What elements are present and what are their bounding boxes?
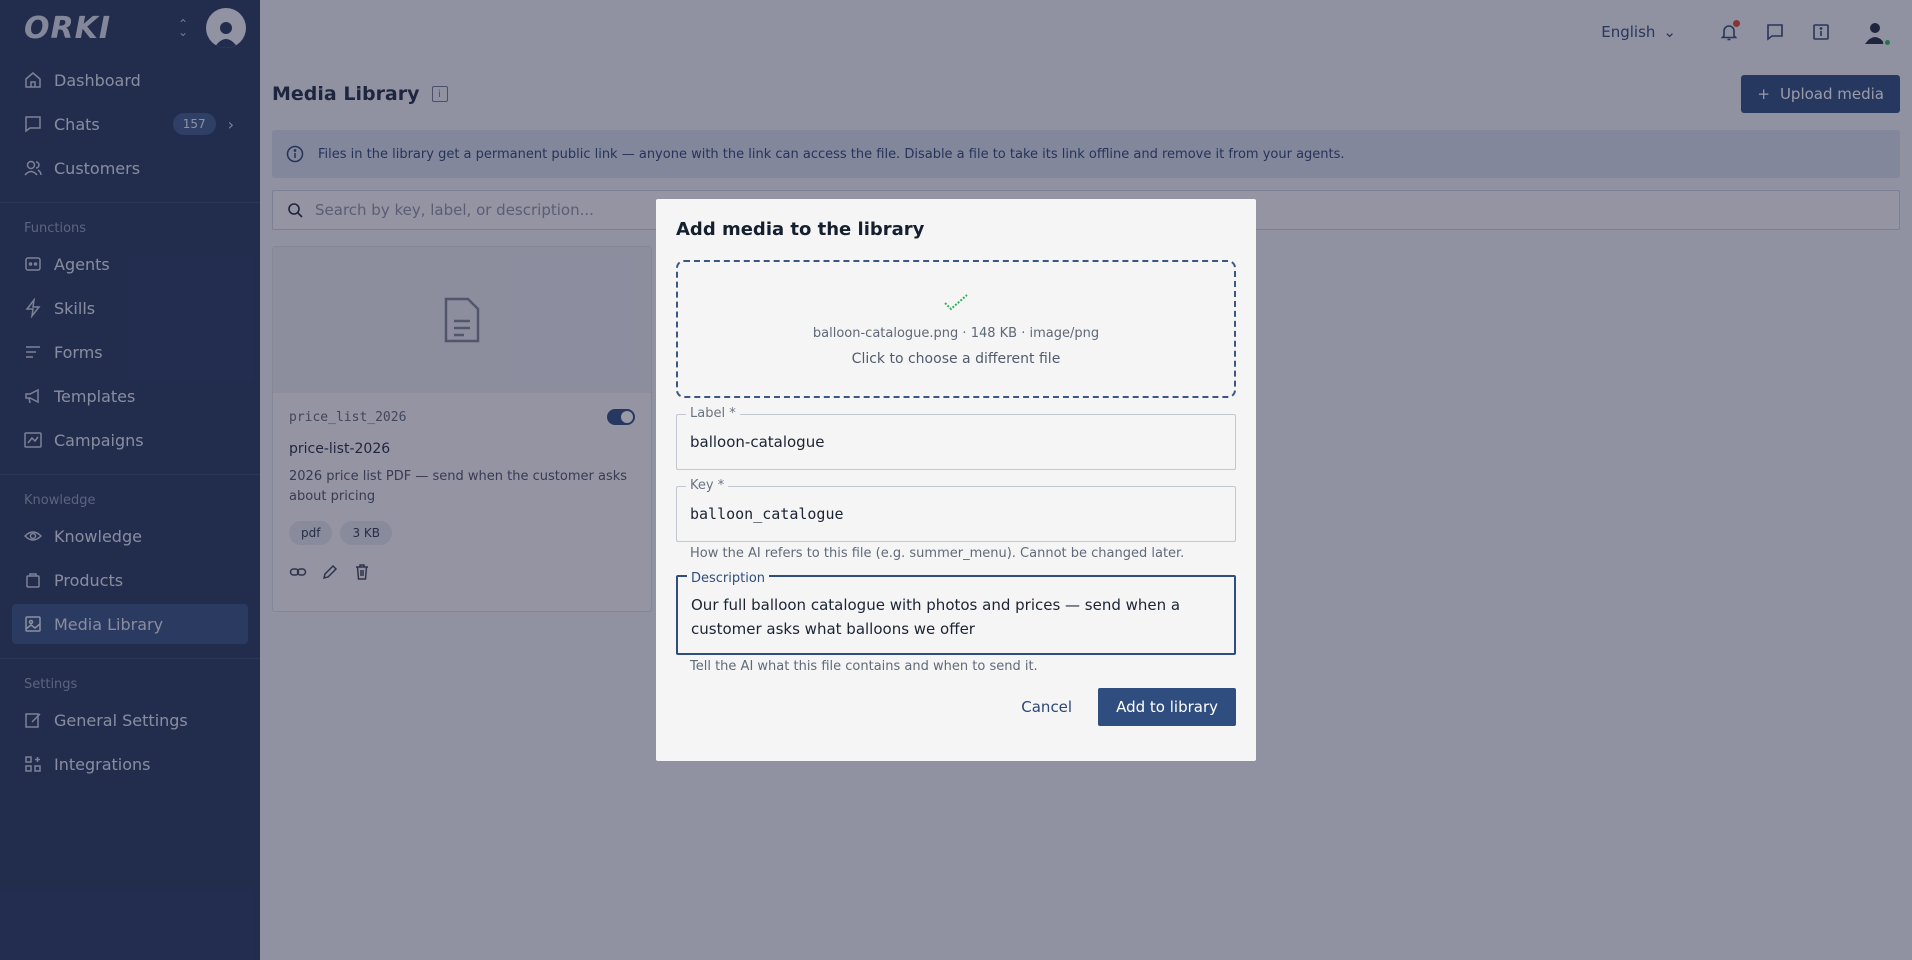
label-field-value: balloon-catalogue	[690, 433, 825, 451]
description-field-value: Our full balloon catalogue with photos a…	[691, 596, 1181, 638]
check-icon	[944, 293, 968, 310]
key-field[interactable]: Key * balloon_catalogue	[676, 478, 1236, 542]
cancel-button[interactable]: Cancel	[1021, 698, 1072, 716]
key-field-label: Key *	[686, 478, 729, 493]
selected-file-info: balloon-catalogue.png · 148 KB · image/p…	[812, 325, 1100, 341]
key-field-helper: How the AI refers to this file (e.g. sum…	[690, 546, 1185, 561]
description-field-label: Description	[687, 567, 770, 591]
add-media-dialog: Add media to the library balloon-catalog…	[656, 199, 1256, 761]
label-field-label: Label *	[686, 406, 740, 421]
file-dropzone[interactable]: balloon-catalogue.png · 148 KB · image/p…	[676, 260, 1236, 398]
description-field[interactable]: Description Our full balloon catalogue w…	[676, 567, 1236, 655]
choose-file-hint: Click to choose a different file	[851, 350, 1061, 367]
dialog-actions: Cancel Add to library	[676, 688, 1236, 726]
label-field[interactable]: Label * balloon-catalogue	[676, 406, 1236, 470]
description-field-helper: Tell the AI what this file contains and …	[690, 659, 1038, 674]
key-field-value: balloon_catalogue	[690, 505, 844, 523]
dialog-title: Add media to the library	[676, 219, 925, 240]
add-to-library-button[interactable]: Add to library	[1098, 688, 1236, 726]
